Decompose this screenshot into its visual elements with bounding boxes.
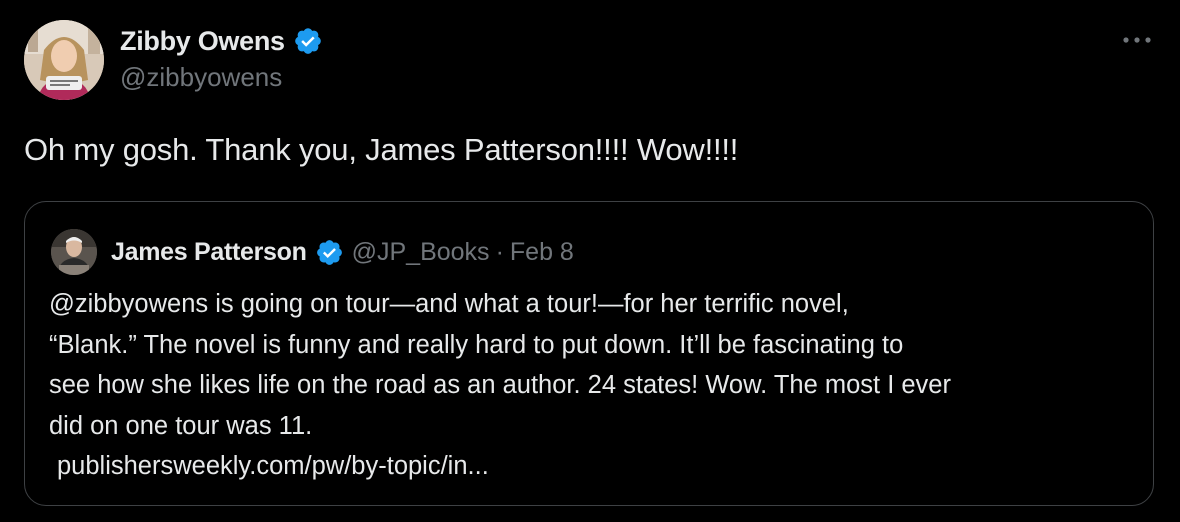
profile-photo-avatar-icon <box>51 229 97 275</box>
quoted-author-handle[interactable]: @JP_Books <box>352 238 490 267</box>
quoted-tweet-date[interactable]: Feb 8 <box>510 238 574 267</box>
quoted-tweet-header: James Patterson @JP_Books · Feb 8 <box>51 229 574 275</box>
quoted-tweet-text: @zibbyowens is going on tour—and what a … <box>49 284 1139 487</box>
more-horizontal-icon <box>1123 37 1151 43</box>
header-separator: · <box>495 237 504 266</box>
author-name-row: Zibby Owens <box>120 22 323 60</box>
quoted-text-line: did on one tour was 11. <box>49 411 313 440</box>
quoted-author-name[interactable]: James Patterson <box>111 238 307 267</box>
verified-badge-icon[interactable] <box>293 26 323 56</box>
quoted-text-line: “Blank.” The novel is funny and really h… <box>49 330 904 359</box>
quoted-author-avatar[interactable] <box>51 229 97 275</box>
verified-badge-icon[interactable] <box>315 238 344 267</box>
author-name[interactable]: Zibby Owens <box>120 26 285 57</box>
author-handle[interactable]: @zibbyowens <box>120 62 282 93</box>
quoted-text-line: see how she likes life on the road as an… <box>49 371 951 399</box>
quoted-tweet-card[interactable]: James Patterson @JP_Books · Feb 8 @zibby… <box>24 201 1154 506</box>
profile-photo-avatar-icon <box>24 20 104 100</box>
quoted-tweet-link[interactable]: publishersweekly.com/pw/by-topic/in... <box>49 446 1139 487</box>
tweet-text: Oh my gosh. Thank you, James Patterson!!… <box>24 132 739 167</box>
more-options-button[interactable] <box>1120 26 1154 54</box>
quoted-text-line: @zibbyowens is going on tour—and what a … <box>49 290 849 318</box>
tweet: Zibby Owens @zibbyowens Oh my gosh. Than… <box>0 0 1180 522</box>
author-avatar[interactable] <box>24 20 104 100</box>
